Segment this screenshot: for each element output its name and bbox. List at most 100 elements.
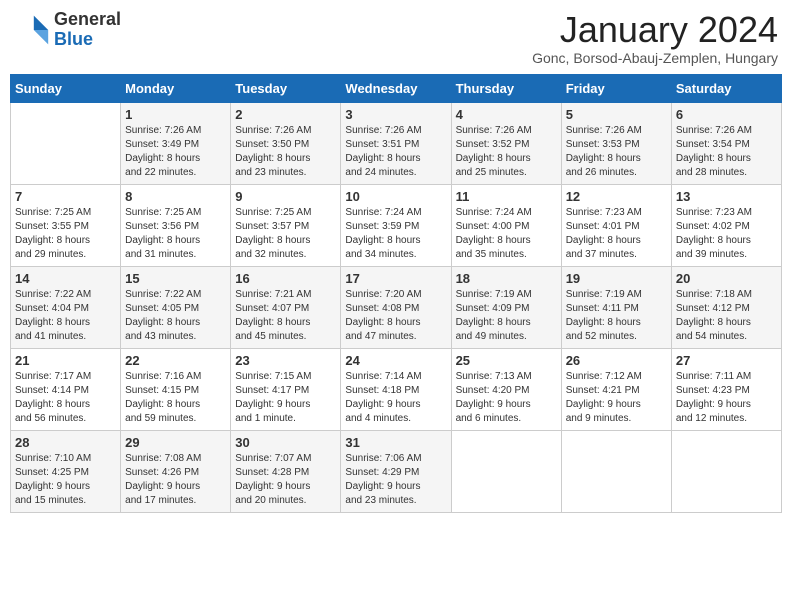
day-info: Sunrise: 7:17 AM Sunset: 4:14 PM Dayligh… (15, 370, 116, 426)
header-cell-saturday: Saturday (671, 74, 781, 102)
day-cell: 23 Sunrise: 7:15 AM Sunset: 4:17 PM Dayli… (231, 348, 341, 430)
day-cell: 20 Sunrise: 7:18 AM Sunset: 4:12 PM Dayli… (671, 266, 781, 348)
day-cell: 25Sunrise: 7:13 AM Sunset: 4:20 PM Dayli… (451, 348, 561, 430)
day-number: 24 (345, 353, 446, 368)
month-title: January 2024 (532, 10, 778, 50)
day-cell: 18 Sunrise: 7:19 AM Sunset: 4:09 PM Dayli… (451, 266, 561, 348)
day-number: 5 (566, 107, 667, 122)
day-number: 30 (235, 435, 336, 450)
day-number: 10 (345, 189, 446, 204)
day-number: 27 (676, 353, 777, 368)
day-number: 8 (125, 189, 226, 204)
day-info: Sunrise: 7:26 AM Sunset: 3:49 PM Dayligh… (125, 124, 226, 180)
day-number: 20 (676, 271, 777, 286)
day-number: 3 (345, 107, 446, 122)
day-info: Sunrise: 7:24 AM Sunset: 3:59 PM Dayligh… (345, 206, 446, 262)
day-cell: 1 Sunrise: 7:26 AM Sunset: 3:49 PM Daylig… (121, 102, 231, 184)
day-cell: 8 Sunrise: 7:25 AM Sunset: 3:56 PM Daylig… (121, 184, 231, 266)
title-area: January 2024 Gonc, Borsod-Abauj-Zemplen,… (532, 10, 778, 66)
day-number: 11 (456, 189, 557, 204)
day-cell: 10 Sunrise: 7:24 AM Sunset: 3:59 PM Dayli… (341, 184, 451, 266)
day-info: Sunrise: 7:16 AM Sunset: 4:15 PM Dayligh… (125, 370, 226, 426)
day-number: 23 (235, 353, 336, 368)
logo-icon (14, 12, 50, 48)
day-number: 6 (676, 107, 777, 122)
logo-general-text: General (54, 10, 121, 30)
day-info: Sunrise: 7:26 AM Sunset: 3:51 PM Dayligh… (345, 124, 446, 180)
day-info: Sunrise: 7:26 AM Sunset: 3:54 PM Dayligh… (676, 124, 777, 180)
day-cell: 2Sunrise: 7:26 AM Sunset: 3:50 PM Daylig… (231, 102, 341, 184)
day-info: Sunrise: 7:14 AM Sunset: 4:18 PM Dayligh… (345, 370, 446, 426)
day-number: 1 (125, 107, 226, 122)
logo: General Blue (14, 10, 121, 50)
day-cell: 5 Sunrise: 7:26 AM Sunset: 3:53 PM Daylig… (561, 102, 671, 184)
header-cell-wednesday: Wednesday (341, 74, 451, 102)
day-number: 16 (235, 271, 336, 286)
day-info: Sunrise: 7:07 AM Sunset: 4:28 PM Dayligh… (235, 452, 336, 508)
day-info: Sunrise: 7:25 AM Sunset: 3:56 PM Dayligh… (125, 206, 226, 262)
calendar-table: SundayMondayTuesdayWednesdayThursdayFrid… (10, 74, 782, 513)
page-header: General Blue January 2024 Gonc, Borsod-A… (10, 10, 782, 66)
day-info: Sunrise: 7:25 AM Sunset: 3:57 PM Dayligh… (235, 206, 336, 262)
week-row-4: 21 Sunrise: 7:17 AM Sunset: 4:14 PM Dayli… (11, 348, 782, 430)
day-info: Sunrise: 7:22 AM Sunset: 4:05 PM Dayligh… (125, 288, 226, 344)
week-row-5: 28Sunrise: 7:10 AM Sunset: 4:25 PM Dayli… (11, 430, 782, 512)
header-cell-monday: Monday (121, 74, 231, 102)
day-info: Sunrise: 7:13 AM Sunset: 4:20 PM Dayligh… (456, 370, 557, 426)
day-cell (671, 430, 781, 512)
day-number: 28 (15, 435, 116, 450)
day-cell (451, 430, 561, 512)
day-number: 29 (125, 435, 226, 450)
day-info: Sunrise: 7:22 AM Sunset: 4:04 PM Dayligh… (15, 288, 116, 344)
day-number: 21 (15, 353, 116, 368)
day-info: Sunrise: 7:11 AM Sunset: 4:23 PM Dayligh… (676, 370, 777, 426)
header-cell-thursday: Thursday (451, 74, 561, 102)
day-cell: 3 Sunrise: 7:26 AM Sunset: 3:51 PM Daylig… (341, 102, 451, 184)
day-info: Sunrise: 7:24 AM Sunset: 4:00 PM Dayligh… (456, 206, 557, 262)
day-cell (11, 102, 121, 184)
day-cell: 30 Sunrise: 7:07 AM Sunset: 4:28 PM Dayli… (231, 430, 341, 512)
day-number: 15 (125, 271, 226, 286)
day-info: Sunrise: 7:19 AM Sunset: 4:09 PM Dayligh… (456, 288, 557, 344)
day-cell: 14 Sunrise: 7:22 AM Sunset: 4:04 PM Dayli… (11, 266, 121, 348)
day-cell: 24 Sunrise: 7:14 AM Sunset: 4:18 PM Dayli… (341, 348, 451, 430)
day-info: Sunrise: 7:08 AM Sunset: 4:26 PM Dayligh… (125, 452, 226, 508)
day-number: 12 (566, 189, 667, 204)
day-cell: 12Sunrise: 7:23 AM Sunset: 4:01 PM Dayli… (561, 184, 671, 266)
day-info: Sunrise: 7:26 AM Sunset: 3:52 PM Dayligh… (456, 124, 557, 180)
day-info: Sunrise: 7:26 AM Sunset: 3:53 PM Dayligh… (566, 124, 667, 180)
header-cell-sunday: Sunday (11, 74, 121, 102)
day-info: Sunrise: 7:20 AM Sunset: 4:08 PM Dayligh… (345, 288, 446, 344)
day-cell: 19 Sunrise: 7:19 AM Sunset: 4:11 PM Dayli… (561, 266, 671, 348)
day-info: Sunrise: 7:21 AM Sunset: 4:07 PM Dayligh… (235, 288, 336, 344)
day-cell (561, 430, 671, 512)
week-row-3: 14 Sunrise: 7:22 AM Sunset: 4:04 PM Dayli… (11, 266, 782, 348)
day-number: 18 (456, 271, 557, 286)
day-info: Sunrise: 7:15 AM Sunset: 4:17 PM Dayligh… (235, 370, 336, 426)
day-number: 22 (125, 353, 226, 368)
week-row-2: 7 Sunrise: 7:25 AM Sunset: 3:55 PM Daylig… (11, 184, 782, 266)
day-number: 19 (566, 271, 667, 286)
day-cell: 27 Sunrise: 7:11 AM Sunset: 4:23 PM Dayli… (671, 348, 781, 430)
day-cell: 21 Sunrise: 7:17 AM Sunset: 4:14 PM Dayli… (11, 348, 121, 430)
day-cell: 26 Sunrise: 7:12 AM Sunset: 4:21 PM Dayli… (561, 348, 671, 430)
day-info: Sunrise: 7:19 AM Sunset: 4:11 PM Dayligh… (566, 288, 667, 344)
day-number: 4 (456, 107, 557, 122)
day-number: 7 (15, 189, 116, 204)
day-cell: 29 Sunrise: 7:08 AM Sunset: 4:26 PM Dayli… (121, 430, 231, 512)
day-info: Sunrise: 7:25 AM Sunset: 3:55 PM Dayligh… (15, 206, 116, 262)
day-cell: 13Sunrise: 7:23 AM Sunset: 4:02 PM Dayli… (671, 184, 781, 266)
day-number: 9 (235, 189, 336, 204)
day-cell: 28Sunrise: 7:10 AM Sunset: 4:25 PM Dayli… (11, 430, 121, 512)
day-cell: 17Sunrise: 7:20 AM Sunset: 4:08 PM Dayli… (341, 266, 451, 348)
day-number: 14 (15, 271, 116, 286)
day-number: 31 (345, 435, 446, 450)
day-info: Sunrise: 7:06 AM Sunset: 4:29 PM Dayligh… (345, 452, 446, 508)
header-row: SundayMondayTuesdayWednesdayThursdayFrid… (11, 74, 782, 102)
day-number: 26 (566, 353, 667, 368)
day-cell: 7 Sunrise: 7:25 AM Sunset: 3:55 PM Daylig… (11, 184, 121, 266)
day-info: Sunrise: 7:12 AM Sunset: 4:21 PM Dayligh… (566, 370, 667, 426)
day-info: Sunrise: 7:18 AM Sunset: 4:12 PM Dayligh… (676, 288, 777, 344)
week-row-1: 1 Sunrise: 7:26 AM Sunset: 3:49 PM Daylig… (11, 102, 782, 184)
day-number: 13 (676, 189, 777, 204)
